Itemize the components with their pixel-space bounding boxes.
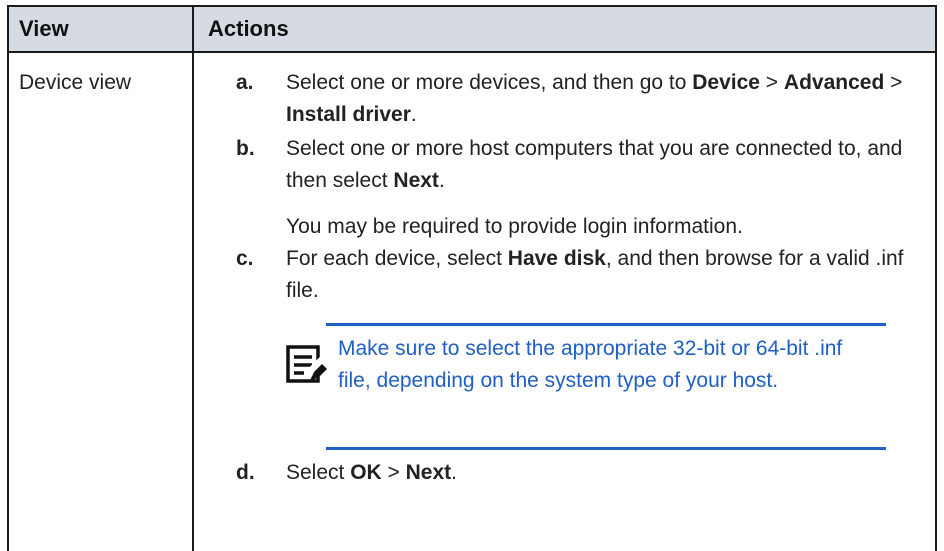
actions-steps: a. Select one or more devices, and then … xyxy=(236,67,926,489)
note-pencil-icon xyxy=(286,345,328,383)
column-divider xyxy=(192,7,194,51)
step-letter: b. xyxy=(236,137,255,160)
actions-table: View Actions Device view a. Select one o… xyxy=(7,5,937,551)
table-row: Device view a. Select one or more device… xyxy=(7,51,937,551)
step-letter: a. xyxy=(236,71,254,94)
step-b: b. Select one or more host computers tha… xyxy=(236,133,926,197)
ui-term-next: Next xyxy=(393,169,439,192)
step-b-note: You may be required to provide login inf… xyxy=(286,215,743,238)
table-header-row: View Actions xyxy=(7,5,937,53)
note-rule-top xyxy=(326,323,886,326)
step-d: d. Select OK > Next. xyxy=(236,457,926,489)
header-actions: Actions xyxy=(208,16,289,41)
step-c: c. For each device, select Have disk, an… xyxy=(236,243,926,307)
note-callout: Make sure to select the appropriate 32-b… xyxy=(286,323,926,450)
ui-term-ok: OK xyxy=(350,461,382,484)
view-cell: Device view xyxy=(19,71,132,94)
ui-term-device: Device xyxy=(692,71,760,94)
ui-term-have-disk: Have disk xyxy=(507,247,606,270)
step-text: Select one or more host computers that y… xyxy=(286,137,903,192)
ui-term-next: Next xyxy=(405,461,452,484)
step-letter: c. xyxy=(236,247,254,270)
step-text: Select one or more devices, and then go … xyxy=(286,71,903,126)
step-a: a. Select one or more devices, and then … xyxy=(236,67,926,131)
note-text: Make sure to select the appropriate 32-b… xyxy=(338,337,843,392)
column-divider xyxy=(192,51,194,551)
header-view: View xyxy=(19,16,69,41)
ui-term-install-driver: Install driver xyxy=(286,103,411,126)
step-text: For each device, select Have disk, and t… xyxy=(286,247,904,302)
ui-term-advanced: Advanced xyxy=(783,71,885,94)
note-rule-bottom xyxy=(326,447,886,450)
step-letter: d. xyxy=(236,461,255,484)
step-text: Select OK > Next. xyxy=(286,461,458,484)
